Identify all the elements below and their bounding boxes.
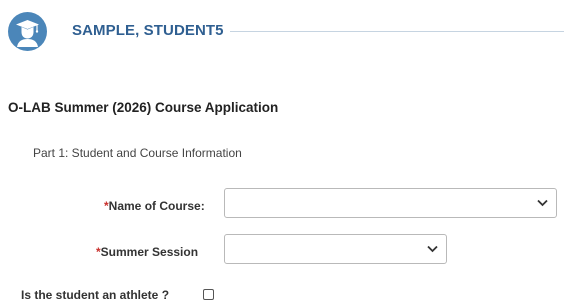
- course-field-label: *Name of Course:: [104, 199, 205, 213]
- course-select[interactable]: [224, 188, 557, 218]
- section-heading: Part 1: Student and Course Information: [33, 146, 242, 160]
- course-label-text: Name of Course:: [108, 199, 205, 213]
- session-select[interactable]: [224, 234, 447, 264]
- chevron-down-icon: [427, 245, 438, 253]
- header-divider: [230, 31, 564, 32]
- athlete-field-label: Is the student an athlete ?: [21, 288, 170, 302]
- form-title: O-LAB Summer (2026) Course Application: [8, 100, 279, 115]
- student-header: SAMPLE, STUDENT5: [8, 12, 564, 52]
- student-name: SAMPLE, STUDENT5: [72, 22, 224, 39]
- athlete-checkbox[interactable]: [203, 289, 214, 300]
- session-label-text: Summer Session: [100, 245, 199, 259]
- chevron-down-icon: [537, 199, 548, 207]
- graduate-student-icon: [8, 12, 47, 51]
- session-field-label: *Summer Session: [96, 245, 198, 259]
